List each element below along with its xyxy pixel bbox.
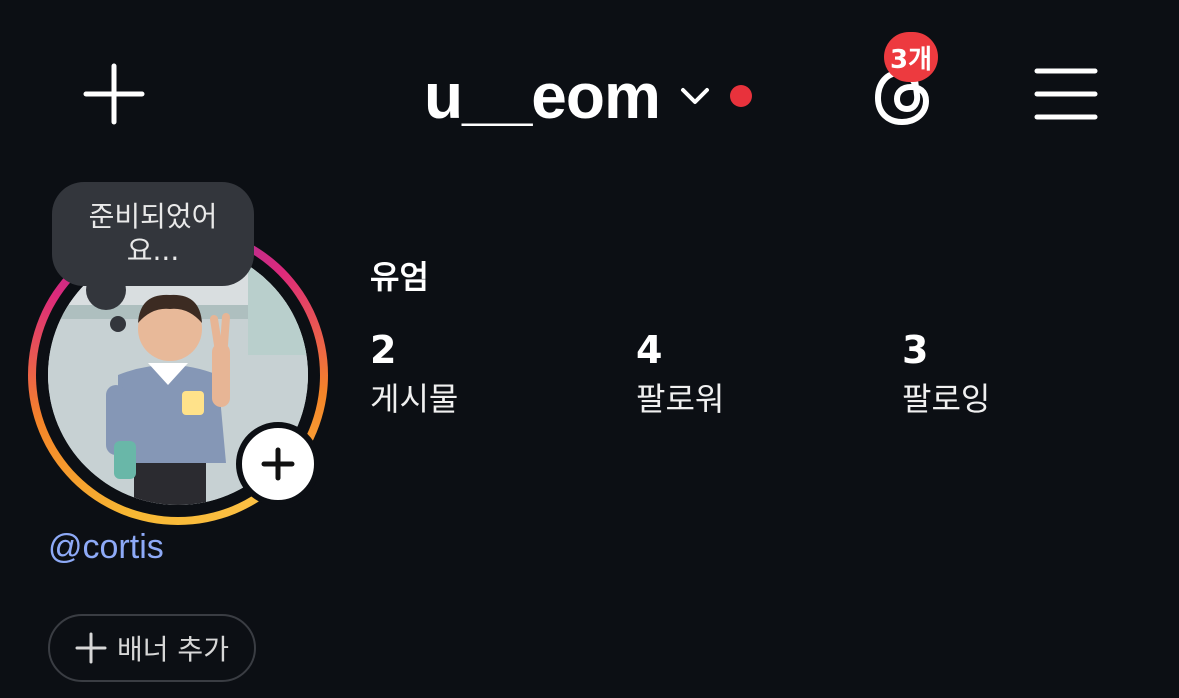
- plus-icon: [75, 632, 107, 664]
- followers-label: 팔로워: [636, 380, 725, 418]
- following-stat[interactable]: 3 팔로잉: [902, 330, 990, 420]
- plus-icon: [83, 63, 145, 125]
- profile-screen: u__eom 3개 준비되었어요... @cortis 배너 추가 유엄 2 게…: [0, 0, 1179, 698]
- notification-dot: [729, 85, 752, 107]
- note-bubble[interactable]: 준비되었어요...: [52, 182, 254, 286]
- add-story-button[interactable]: [236, 422, 320, 506]
- posts-count: 2: [370, 328, 397, 372]
- followers-count: 4: [636, 328, 663, 372]
- threads-handle-link[interactable]: @cortis: [48, 528, 164, 567]
- plus-icon: [261, 447, 295, 481]
- followers-stat[interactable]: 4 팔로워: [636, 330, 724, 420]
- add-banner-button[interactable]: 배너 추가: [48, 614, 256, 682]
- note-text: 준비되었어요...: [88, 200, 218, 267]
- username-title: u__eom: [424, 60, 661, 132]
- posts-label: 게시물: [370, 380, 459, 418]
- add-banner-label: 배너 추가: [117, 633, 229, 666]
- following-label: 팔로잉: [902, 380, 991, 418]
- display-name: 유엄: [370, 258, 429, 296]
- menu-icon: [1034, 68, 1098, 120]
- account-switcher[interactable]: u__eom: [424, 58, 752, 134]
- posts-stat[interactable]: 2 게시물: [370, 330, 458, 420]
- threads-badge: 3개: [884, 32, 938, 82]
- new-post-button[interactable]: [82, 62, 146, 126]
- following-count: 3: [902, 328, 929, 372]
- chevron-down-icon: [680, 88, 709, 104]
- menu-button[interactable]: [1034, 66, 1098, 122]
- note-bubble-tail-dot: [110, 316, 126, 332]
